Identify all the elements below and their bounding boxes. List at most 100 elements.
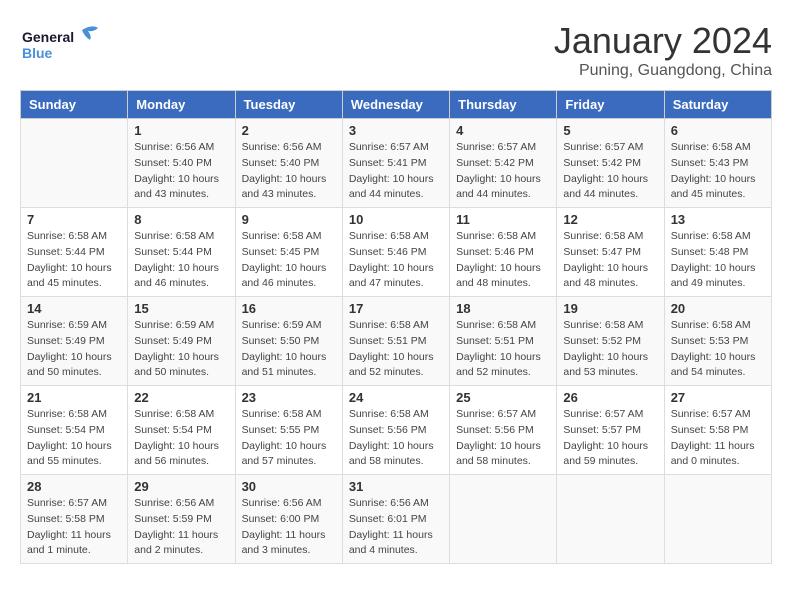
- calendar-cell: 25 Sunrise: 6:57 AM Sunset: 5:56 PM Dayli…: [450, 386, 557, 475]
- calendar-cell: 15Sunrise: 6:59 AM Sunset: 5:49 PM Dayli…: [128, 297, 235, 386]
- day-info: Sunrise: 6:58 AM Sunset: 5:45 PM Dayligh…: [242, 229, 336, 292]
- calendar-cell: 3 Sunrise: 6:57 AM Sunset: 5:41 PM Daylig…: [342, 119, 449, 208]
- calendar-cell: 23Sunrise: 6:58 AM Sunset: 5:55 PM Dayli…: [235, 386, 342, 475]
- day-info: Sunrise: 6:58 AM Sunset: 5:44 PM Dayligh…: [27, 229, 121, 292]
- week-row-5: 28Sunrise: 6:57 AM Sunset: 5:58 PM Dayli…: [21, 475, 772, 564]
- day-info: Sunrise: 6:59 AM Sunset: 5:49 PM Dayligh…: [27, 318, 121, 381]
- day-number: 25: [456, 390, 550, 405]
- day-number: 21: [27, 390, 121, 405]
- day-number: 27: [671, 390, 765, 405]
- calendar-cell: 26Sunrise: 6:57 AM Sunset: 5:57 PM Dayli…: [557, 386, 664, 475]
- calendar-cell: 4 Sunrise: 6:57 AM Sunset: 5:42 PM Daylig…: [450, 119, 557, 208]
- calendar-cell: [450, 475, 557, 564]
- day-info: Sunrise: 6:56 AM Sunset: 5:40 PM Dayligh…: [242, 140, 336, 203]
- day-info: Sunrise: 6:56 AM Sunset: 5:59 PM Dayligh…: [134, 496, 228, 559]
- weekday-header-monday: Monday: [128, 91, 235, 119]
- day-number: 2: [242, 123, 336, 138]
- day-info: Sunrise: 6:56 AM Sunset: 6:01 PM Dayligh…: [349, 496, 443, 559]
- calendar-cell: 6 Sunrise: 6:58 AM Sunset: 5:43 PM Daylig…: [664, 119, 771, 208]
- calendar-cell: 14 Sunrise: 6:59 AM Sunset: 5:49 PM Dayli…: [21, 297, 128, 386]
- day-info: Sunrise: 6:58 AM Sunset: 5:47 PM Dayligh…: [563, 229, 657, 292]
- calendar-cell: 17 Sunrise: 6:58 AM Sunset: 5:51 PM Dayli…: [342, 297, 449, 386]
- day-info: Sunrise: 6:58 AM Sunset: 5:51 PM Dayligh…: [349, 318, 443, 381]
- calendar-cell: 9 Sunrise: 6:58 AM Sunset: 5:45 PM Daylig…: [235, 208, 342, 297]
- day-number: 9: [242, 212, 336, 227]
- day-number: 4: [456, 123, 550, 138]
- calendar-cell: 21Sunrise: 6:58 AM Sunset: 5:54 PM Dayli…: [21, 386, 128, 475]
- week-row-3: 14 Sunrise: 6:59 AM Sunset: 5:49 PM Dayli…: [21, 297, 772, 386]
- calendar-cell: 19Sunrise: 6:58 AM Sunset: 5:52 PM Dayli…: [557, 297, 664, 386]
- day-number: 29: [134, 479, 228, 494]
- day-info: Sunrise: 6:57 AM Sunset: 5:42 PM Dayligh…: [456, 140, 550, 203]
- calendar-cell: 12 Sunrise: 6:58 AM Sunset: 5:47 PM Dayli…: [557, 208, 664, 297]
- calendar-cell: 11 Sunrise: 6:58 AM Sunset: 5:46 PM Dayli…: [450, 208, 557, 297]
- svg-text:Blue: Blue: [22, 45, 53, 61]
- day-number: 17: [349, 301, 443, 316]
- day-number: 22: [134, 390, 228, 405]
- calendar-cell: 31 Sunrise: 6:56 AM Sunset: 6:01 PM Dayli…: [342, 475, 449, 564]
- day-number: 12: [563, 212, 657, 227]
- day-info: Sunrise: 6:59 AM Sunset: 5:49 PM Dayligh…: [134, 318, 228, 381]
- calendar-cell: 29 Sunrise: 6:56 AM Sunset: 5:59 PM Dayli…: [128, 475, 235, 564]
- day-info: Sunrise: 6:58 AM Sunset: 5:56 PM Dayligh…: [349, 407, 443, 470]
- day-number: 3: [349, 123, 443, 138]
- day-info: Sunrise: 6:57 AM Sunset: 5:58 PM Dayligh…: [27, 496, 121, 559]
- day-number: 14: [27, 301, 121, 316]
- day-number: 31: [349, 479, 443, 494]
- day-number: 6: [671, 123, 765, 138]
- day-number: 11: [456, 212, 550, 227]
- day-number: 13: [671, 212, 765, 227]
- calendar-cell: 28Sunrise: 6:57 AM Sunset: 5:58 PM Dayli…: [21, 475, 128, 564]
- calendar-cell: [557, 475, 664, 564]
- day-number: 5: [563, 123, 657, 138]
- calendar-cell: 10 Sunrise: 6:58 AM Sunset: 5:46 PM Dayli…: [342, 208, 449, 297]
- calendar-cell: [664, 475, 771, 564]
- calendar-cell: 24Sunrise: 6:58 AM Sunset: 5:56 PM Dayli…: [342, 386, 449, 475]
- week-row-1: 1 Sunrise: 6:56 AM Sunset: 5:40 PM Daylig…: [21, 119, 772, 208]
- calendar-cell: [21, 119, 128, 208]
- calendar-table: SundayMondayTuesdayWednesdayThursdayFrid…: [20, 90, 772, 564]
- day-info: Sunrise: 6:58 AM Sunset: 5:51 PM Dayligh…: [456, 318, 550, 381]
- calendar-cell: 13Sunrise: 6:58 AM Sunset: 5:48 PM Dayli…: [664, 208, 771, 297]
- day-info: Sunrise: 6:56 AM Sunset: 6:00 PM Dayligh…: [242, 496, 336, 559]
- calendar-cell: 7Sunrise: 6:58 AM Sunset: 5:44 PM Daylig…: [21, 208, 128, 297]
- month-title: January 2024: [554, 20, 772, 62]
- day-number: 26: [563, 390, 657, 405]
- weekday-header-sunday: Sunday: [21, 91, 128, 119]
- day-info: Sunrise: 6:58 AM Sunset: 5:46 PM Dayligh…: [456, 229, 550, 292]
- day-info: Sunrise: 6:57 AM Sunset: 5:56 PM Dayligh…: [456, 407, 550, 470]
- calendar-cell: 8 Sunrise: 6:58 AM Sunset: 5:44 PM Daylig…: [128, 208, 235, 297]
- day-number: 10: [349, 212, 443, 227]
- weekday-header-wednesday: Wednesday: [342, 91, 449, 119]
- day-number: 23: [242, 390, 336, 405]
- day-number: 16: [242, 301, 336, 316]
- calendar-cell: 18 Sunrise: 6:58 AM Sunset: 5:51 PM Dayli…: [450, 297, 557, 386]
- day-info: Sunrise: 6:58 AM Sunset: 5:43 PM Dayligh…: [671, 140, 765, 203]
- week-row-2: 7Sunrise: 6:58 AM Sunset: 5:44 PM Daylig…: [21, 208, 772, 297]
- calendar-cell: 30 Sunrise: 6:56 AM Sunset: 6:00 PM Dayli…: [235, 475, 342, 564]
- weekday-header-thursday: Thursday: [450, 91, 557, 119]
- day-info: Sunrise: 6:57 AM Sunset: 5:42 PM Dayligh…: [563, 140, 657, 203]
- week-row-4: 21Sunrise: 6:58 AM Sunset: 5:54 PM Dayli…: [21, 386, 772, 475]
- day-info: Sunrise: 6:58 AM Sunset: 5:53 PM Dayligh…: [671, 318, 765, 381]
- day-number: 19: [563, 301, 657, 316]
- day-number: 8: [134, 212, 228, 227]
- day-number: 20: [671, 301, 765, 316]
- day-info: Sunrise: 6:56 AM Sunset: 5:40 PM Dayligh…: [134, 140, 228, 203]
- svg-text:General: General: [22, 29, 74, 45]
- day-number: 1: [134, 123, 228, 138]
- day-info: Sunrise: 6:57 AM Sunset: 5:41 PM Dayligh…: [349, 140, 443, 203]
- location: Puning, Guangdong, China: [554, 62, 772, 80]
- day-info: Sunrise: 6:58 AM Sunset: 5:44 PM Dayligh…: [134, 229, 228, 292]
- day-number: 30: [242, 479, 336, 494]
- calendar-cell: 16Sunrise: 6:59 AM Sunset: 5:50 PM Dayli…: [235, 297, 342, 386]
- page-header: General Blue January 2024 Puning, Guangd…: [20, 20, 772, 80]
- day-info: Sunrise: 6:58 AM Sunset: 5:46 PM Dayligh…: [349, 229, 443, 292]
- day-number: 18: [456, 301, 550, 316]
- calendar-cell: 20 Sunrise: 6:58 AM Sunset: 5:53 PM Dayli…: [664, 297, 771, 386]
- logo: General Blue: [20, 20, 100, 70]
- calendar-cell: 5 Sunrise: 6:57 AM Sunset: 5:42 PM Daylig…: [557, 119, 664, 208]
- calendar-cell: 22Sunrise: 6:58 AM Sunset: 5:54 PM Dayli…: [128, 386, 235, 475]
- title-area: January 2024 Puning, Guangdong, China: [554, 20, 772, 80]
- calendar-cell: 1 Sunrise: 6:56 AM Sunset: 5:40 PM Daylig…: [128, 119, 235, 208]
